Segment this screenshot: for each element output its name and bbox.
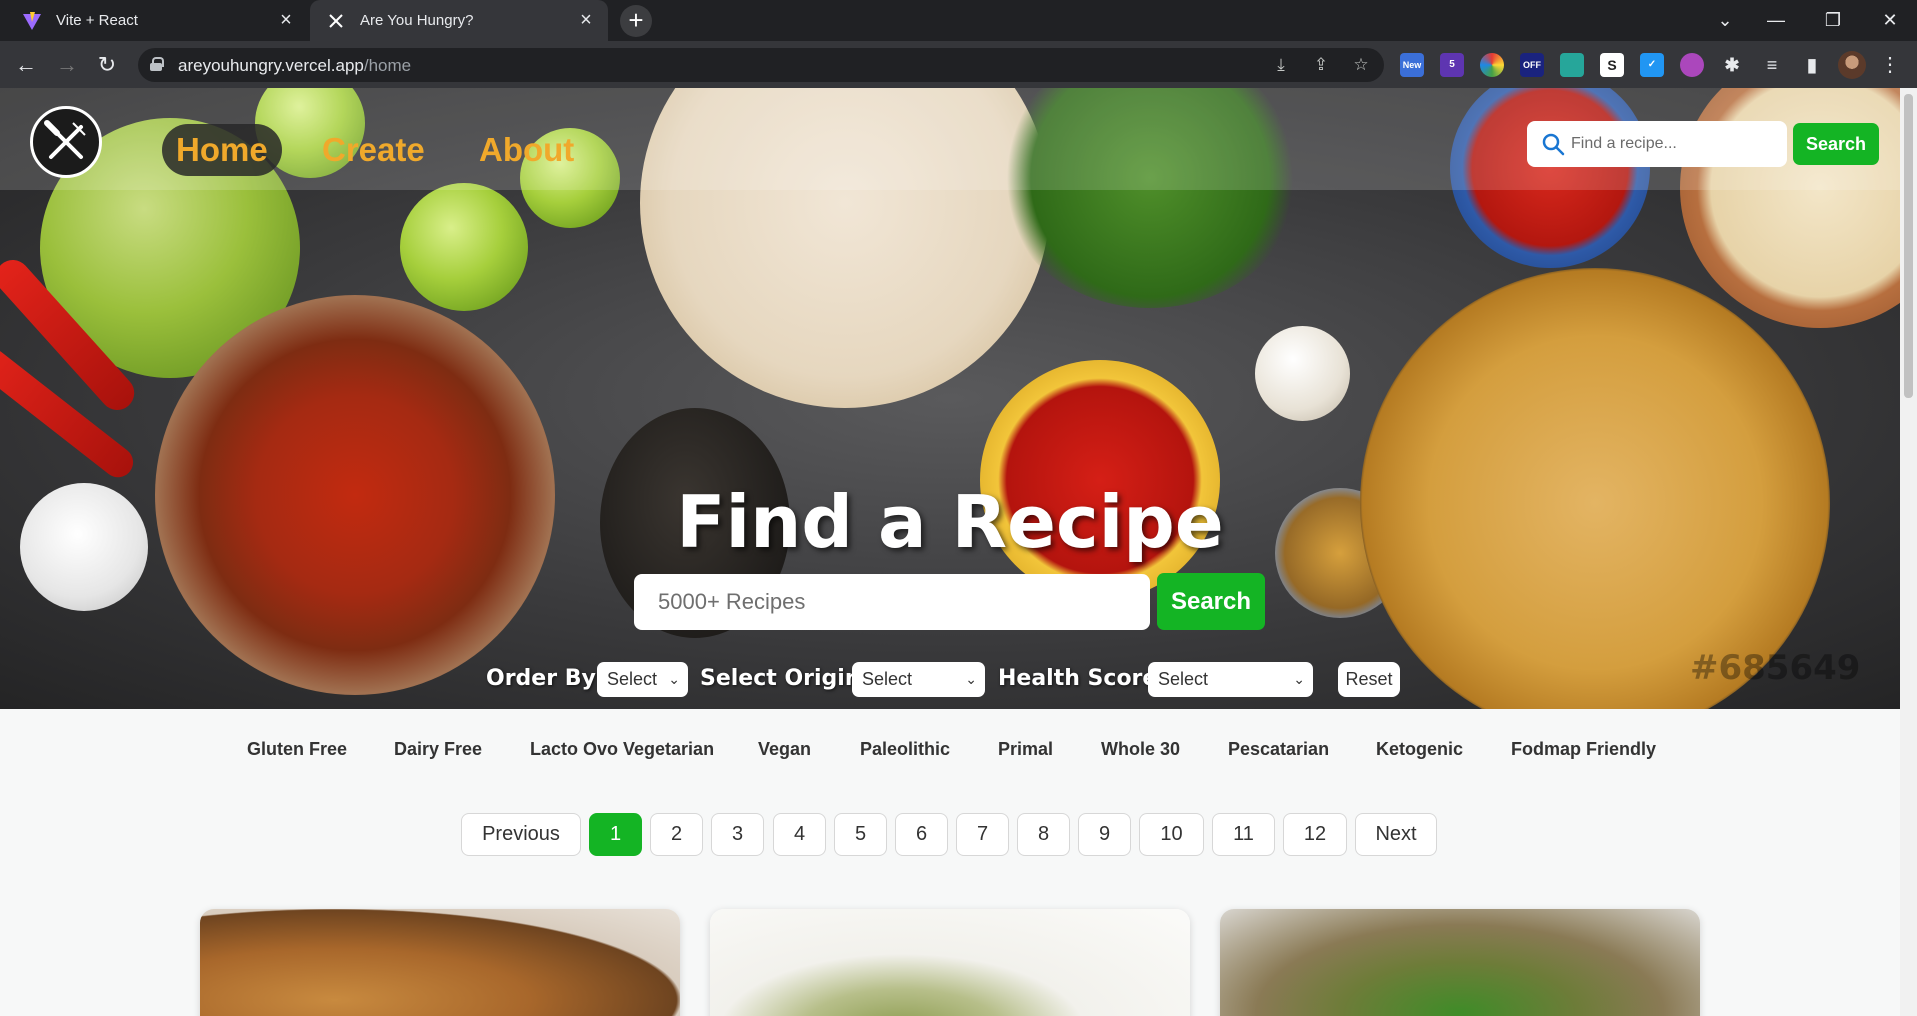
color-wheel-extension-icon[interactable]	[1480, 53, 1504, 77]
pagination-page[interactable]: 7	[956, 813, 1009, 856]
sparkle-extension-icon[interactable]	[1680, 53, 1704, 77]
profile-avatar[interactable]	[1838, 51, 1866, 79]
lime-image	[400, 183, 528, 311]
pagination-page[interactable]: 10	[1139, 813, 1204, 856]
media-queue-icon[interactable]: ≡	[1760, 53, 1784, 77]
check-extension-icon[interactable]: ✓	[1640, 53, 1664, 77]
pagination-page[interactable]: 1	[589, 813, 642, 856]
bookmark-star-icon[interactable]: ☆	[1350, 54, 1372, 76]
diet-fodmap-friendly[interactable]: Fodmap Friendly	[1511, 739, 1656, 760]
page-content: #685649 Home Create About Search Find a …	[0, 88, 1900, 1016]
pagination-page[interactable]: 12	[1283, 813, 1347, 856]
pagination-page[interactable]: 8	[1017, 813, 1070, 856]
fork-knife-icon	[44, 120, 86, 159]
header-search-input[interactable]	[1571, 129, 1771, 159]
hero-banner: #685649 Home Create About Search Find a …	[0, 88, 1900, 709]
recipe-card-image[interactable]	[710, 909, 1190, 1016]
nav-home[interactable]: Home	[162, 124, 282, 176]
close-tab-icon[interactable]: ×	[576, 10, 596, 30]
share-icon[interactable]: ⇪	[1310, 54, 1332, 76]
diet-gluten-free[interactable]: Gluten Free	[247, 739, 347, 760]
close-window-button[interactable]: ✕	[1870, 4, 1910, 36]
order-by-select[interactable]: Select ⌄	[597, 662, 688, 697]
diet-dairy-free[interactable]: Dairy Free	[394, 739, 482, 760]
side-panel-icon[interactable]: ▮	[1800, 53, 1824, 77]
diet-lacto-ovo-vegetarian[interactable]: Lacto Ovo Vegetarian	[530, 739, 714, 760]
nav-create[interactable]: Create	[308, 124, 439, 176]
install-app-icon[interactable]: ⤓	[1270, 54, 1292, 76]
order-by-label: Order By:	[486, 666, 605, 691]
origin-label: Select Origin:	[700, 666, 870, 691]
diet-pescatarian[interactable]: Pescatarian	[1228, 739, 1329, 760]
pagination-next[interactable]: Next	[1355, 813, 1437, 856]
new-badge-extension-icon[interactable]: New	[1400, 53, 1424, 77]
pagination-page[interactable]: 5	[834, 813, 887, 856]
chevron-down-icon: ⌄	[1293, 671, 1305, 687]
graduation-cap-extension-icon[interactable]: 5	[1440, 53, 1464, 77]
browser-tab-vite[interactable]: Vite + React ×	[0, 0, 308, 41]
minimize-button[interactable]: —	[1756, 4, 1796, 36]
pagination-page[interactable]: 11	[1212, 813, 1275, 856]
diet-vegan[interactable]: Vegan	[758, 739, 811, 760]
restore-button[interactable]: ❐	[1813, 4, 1853, 36]
back-icon[interactable]: ←	[12, 51, 40, 79]
chevron-down-icon: ⌄	[668, 671, 680, 687]
nav-about[interactable]: About	[465, 124, 588, 176]
diet-primal[interactable]: Primal	[998, 739, 1053, 760]
forward-icon[interactable]: →	[53, 51, 81, 79]
url-field[interactable]: areyouhungry.vercel.app/home ⤓ ⇪ ☆	[138, 48, 1384, 82]
header-search-box	[1527, 121, 1787, 167]
recipe-card-image[interactable]	[200, 909, 680, 1016]
tab-title: Vite + React	[56, 12, 138, 29]
fork-knife-icon	[326, 11, 346, 31]
pagination-page[interactable]: 9	[1078, 813, 1131, 856]
page-scrollbar[interactable]	[1900, 88, 1917, 1016]
search-icon	[1542, 133, 1565, 156]
health-score-select[interactable]: Select ⌄	[1148, 662, 1313, 697]
tab-title: Are You Hungry?	[360, 12, 474, 29]
pagination-previous[interactable]: Previous	[461, 813, 581, 856]
hero-title: Find a Recipe	[676, 480, 1224, 564]
close-tab-icon[interactable]: ×	[276, 10, 296, 30]
scrollbar-thumb[interactable]	[1904, 94, 1913, 398]
lock-icon	[150, 57, 164, 71]
off-badge-extension-icon[interactable]: OFF	[1520, 53, 1544, 77]
diet-whole-30[interactable]: Whole 30	[1101, 739, 1180, 760]
watermark-text: #685649	[1690, 648, 1861, 688]
s-extension-icon[interactable]: S	[1600, 53, 1624, 77]
recipe-card-image[interactable]	[1220, 909, 1700, 1016]
origin-select[interactable]: Select ⌄	[852, 662, 985, 697]
new-tab-button[interactable]: +	[620, 5, 652, 37]
tab-search-icon[interactable]: ⌄	[1705, 4, 1745, 36]
vite-icon	[22, 11, 42, 31]
reload-icon[interactable]: ↻	[93, 51, 121, 79]
leaf-extension-icon[interactable]	[1560, 53, 1584, 77]
browser-menu-icon[interactable]: ⋮	[1880, 51, 1900, 79]
diet-ketogenic[interactable]: Ketogenic	[1376, 739, 1463, 760]
reset-button[interactable]: Reset	[1338, 662, 1400, 697]
garlic-image	[1255, 326, 1350, 421]
browser-tab-are-you-hungry[interactable]: Are You Hungry? ×	[310, 0, 608, 41]
pagination-page[interactable]: 2	[650, 813, 703, 856]
diet-paleolithic[interactable]: Paleolithic	[860, 739, 950, 760]
health-score-label: Health Score:	[998, 666, 1167, 691]
recipe-search-input[interactable]	[658, 586, 1128, 618]
puzzle-extensions-icon[interactable]: ✱	[1720, 53, 1744, 77]
header-search-button[interactable]: Search	[1793, 123, 1879, 165]
chevron-down-icon: ⌄	[965, 671, 977, 687]
pagination-page[interactable]: 3	[711, 813, 764, 856]
browser-tab-bar: Vite + React × Are You Hungry? × + ⌄ — ❐…	[0, 0, 1917, 41]
address-bar: ← → ↻ areyouhungry.vercel.app/home ⤓ ⇪ ☆…	[0, 41, 1917, 88]
site-logo[interactable]	[30, 106, 102, 178]
pagination-page[interactable]: 4	[773, 813, 826, 856]
pagination-page[interactable]: 6	[895, 813, 948, 856]
recipe-search-button[interactable]: Search	[1157, 573, 1265, 630]
hero-search-box	[634, 574, 1150, 630]
url-text: areyouhungry.vercel.app/home	[178, 56, 412, 75]
